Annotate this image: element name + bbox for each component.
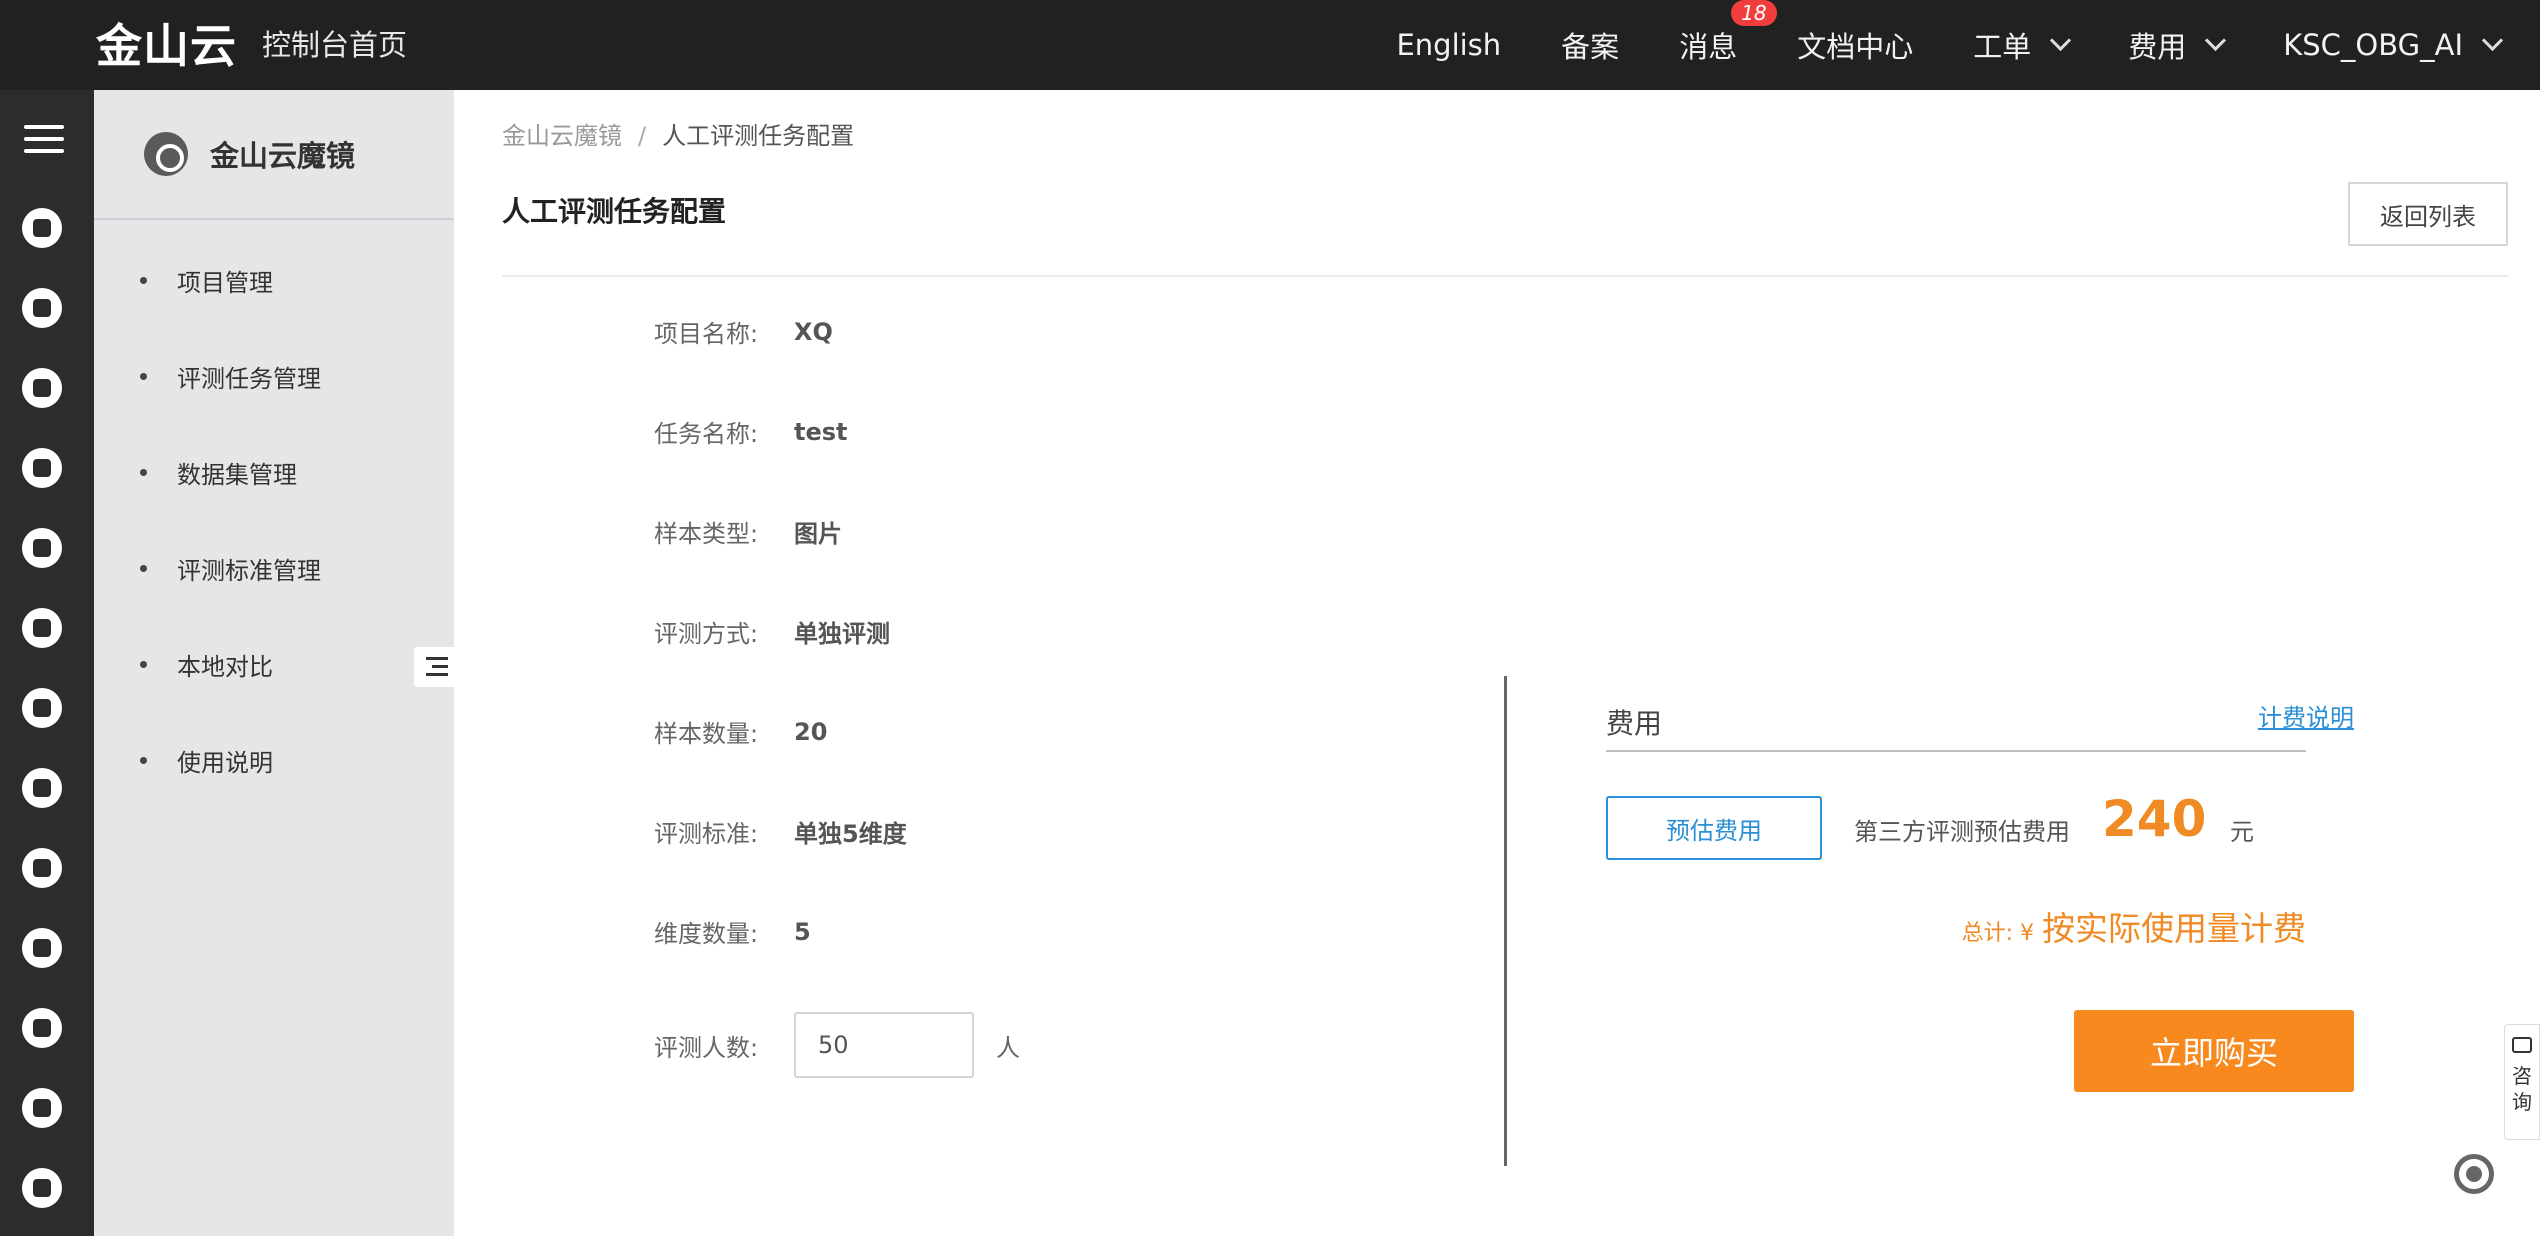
total-value: 按实际使用量计费 [2042, 909, 2306, 948]
field-dimension-count: 维度数量: 5 [654, 914, 811, 949]
panel-divider [1504, 676, 1507, 1166]
chat-icon [2512, 1037, 2532, 1053]
header-divider [502, 275, 2508, 277]
field-label: 评测人数: [654, 1033, 759, 1062]
sidebar-item-local-compare[interactable]: 本地对比 [94, 616, 454, 712]
chevron-down-icon [2205, 29, 2227, 52]
back-to-list-button[interactable]: 返回列表 [2348, 182, 2508, 246]
breadcrumb-root[interactable]: 金山云魔镜 [502, 122, 622, 150]
field-value: 图片 [794, 520, 842, 548]
top-navbar: 金山云 控制台首页 English 备案 消息 18 文档中心 工单 费用 KS… [0, 0, 2540, 90]
sidebar-item-datasets[interactable]: 数据集管理 [94, 424, 454, 520]
total-fee: 总计: ¥ 按实际使用量计费 [1962, 902, 2306, 950]
breadcrumb: 金山云魔镜 / 人工评测任务配置 [502, 116, 854, 151]
field-sample-type: 样本类型: 图片 [654, 514, 842, 549]
grid-icon[interactable] [22, 848, 62, 888]
collapse-sidebar-icon[interactable] [414, 647, 454, 687]
sidebar-item-eval-standards[interactable]: 评测标准管理 [94, 520, 454, 616]
main-content: 金山云魔镜 / 人工评测任务配置 人工评测任务配置 返回列表 项目名称: XQ 任务… [454, 90, 2540, 1236]
field-evaluator-count: 评测人数: 50 人 [654, 1012, 1020, 1078]
fee-divider [1606, 750, 2306, 752]
field-value: 5 [794, 917, 811, 946]
field-value: XQ [794, 317, 833, 346]
consult-char-1: 咨 [2512, 1064, 2532, 1088]
field-label: 样本类型: [654, 520, 759, 548]
field-label: 任务名称: [654, 420, 759, 448]
sidebar-title: 金山云魔镜 [210, 139, 356, 173]
field-eval-method: 评测方式: 单独评测 [654, 614, 890, 649]
nav-billing-label: 费用 [2128, 30, 2187, 64]
wave-icon[interactable] [22, 368, 62, 408]
nav-beian-label: 备案 [1561, 30, 1620, 64]
nav-messages-label: 消息 [1679, 30, 1738, 64]
consult-char-2: 询 [2512, 1090, 2532, 1114]
evaluator-count-input[interactable]: 50 [794, 1012, 974, 1078]
field-eval-standard: 评测标准: 单独5维度 [654, 814, 907, 849]
server-icon[interactable] [22, 448, 62, 488]
layers-icon[interactable] [22, 1088, 62, 1128]
nav-account-label: KSC_OBG_AI [2283, 28, 2463, 62]
field-project-name: 项目名称: XQ [654, 314, 833, 349]
sidebar-item-project[interactable]: 项目管理 [94, 232, 454, 328]
nav-tickets[interactable]: 工单 [1973, 24, 2072, 66]
fee-title: 费用 [1606, 707, 1663, 740]
buy-now-button[interactable]: 立即购买 [2074, 1010, 2354, 1092]
nav-english-label: English [1396, 28, 1502, 62]
contact-card-icon[interactable] [22, 1168, 62, 1208]
nav-tickets-label: 工单 [1973, 30, 2032, 64]
circle-icon[interactable] [22, 768, 62, 808]
product-icon-rail [0, 90, 94, 1236]
field-sample-count: 样本数量: 20 [654, 714, 827, 749]
database-icon[interactable] [22, 1008, 62, 1048]
menu-icon[interactable] [24, 125, 64, 161]
billing-info-link[interactable]: 计费说明 [2258, 698, 2354, 733]
top-nav-menu: English 备案 消息 18 文档中心 工单 费用 KSC_OBG_AI [1396, 0, 2540, 90]
field-value: test [794, 417, 848, 446]
field-label: 项目名称: [654, 320, 759, 348]
evaluator-count-unit: 人 [996, 1033, 1020, 1062]
consult-widget[interactable]: 咨 询 [2504, 1024, 2540, 1140]
nav-beian[interactable]: 备案 [1561, 24, 1619, 66]
estimate-label: 第三方评测预估费用 [1854, 818, 2070, 846]
storage-icon[interactable] [22, 528, 62, 568]
field-value: 20 [794, 717, 828, 746]
chevron-down-icon [2050, 29, 2072, 52]
field-label: 评测标准: [654, 820, 759, 848]
network-icon[interactable] [22, 608, 62, 648]
globe-icon[interactable] [22, 928, 62, 968]
sidebar: 金山云魔镜 项目管理 评测任务管理 数据集管理 评测标准管理 本地对比 使用说明 [94, 90, 454, 1236]
field-label: 样本数量: [654, 720, 759, 748]
nav-english[interactable]: English [1396, 28, 1501, 62]
nav-docs-label: 文档中心 [1797, 30, 1914, 64]
sidebar-header: 金山云魔镜 [94, 90, 454, 220]
field-value: 单独5维度 [794, 820, 907, 848]
sidebar-menu: 项目管理 评测任务管理 数据集管理 评测标准管理 本地对比 使用说明 [94, 220, 454, 808]
estimate-value: 240 [2102, 790, 2207, 848]
estimate-unit: 元 [2230, 818, 2254, 846]
field-value: 单独评测 [794, 620, 890, 648]
field-label: 维度数量: [654, 920, 759, 948]
page-title: 人工评测任务配置 [502, 195, 727, 228]
estimate-fee-button[interactable]: 预估费用 [1606, 796, 1822, 860]
badge-icon[interactable] [22, 288, 62, 328]
cube-icon[interactable] [22, 208, 62, 248]
field-label: 评测方式: [654, 620, 759, 648]
breadcrumb-current: 人工评测任务配置 [662, 122, 855, 150]
nav-messages[interactable]: 消息 18 [1679, 0, 1777, 66]
total-label: 总计: ¥ [1961, 921, 2034, 946]
breadcrumb-separator: / [638, 122, 647, 150]
message-count-badge: 18 [1731, 0, 1777, 26]
console-home-link[interactable]: 控制台首页 [262, 22, 407, 64]
sidebar-item-eval-tasks[interactable]: 评测任务管理 [94, 328, 454, 424]
nav-docs[interactable]: 文档中心 [1797, 24, 1913, 66]
nav-billing[interactable]: 费用 [2128, 24, 2227, 66]
nav-account[interactable]: KSC_OBG_AI [2283, 28, 2504, 62]
chevron-down-icon [2481, 29, 2504, 52]
cloud-upload-icon[interactable] [22, 688, 62, 728]
chrome-icon[interactable] [2454, 1154, 2494, 1194]
field-task-name: 任务名称: test [654, 414, 848, 449]
brand-logo[interactable]: 金山云 [96, 10, 237, 76]
product-logo-icon [144, 132, 188, 176]
sidebar-item-guide[interactable]: 使用说明 [94, 712, 454, 808]
